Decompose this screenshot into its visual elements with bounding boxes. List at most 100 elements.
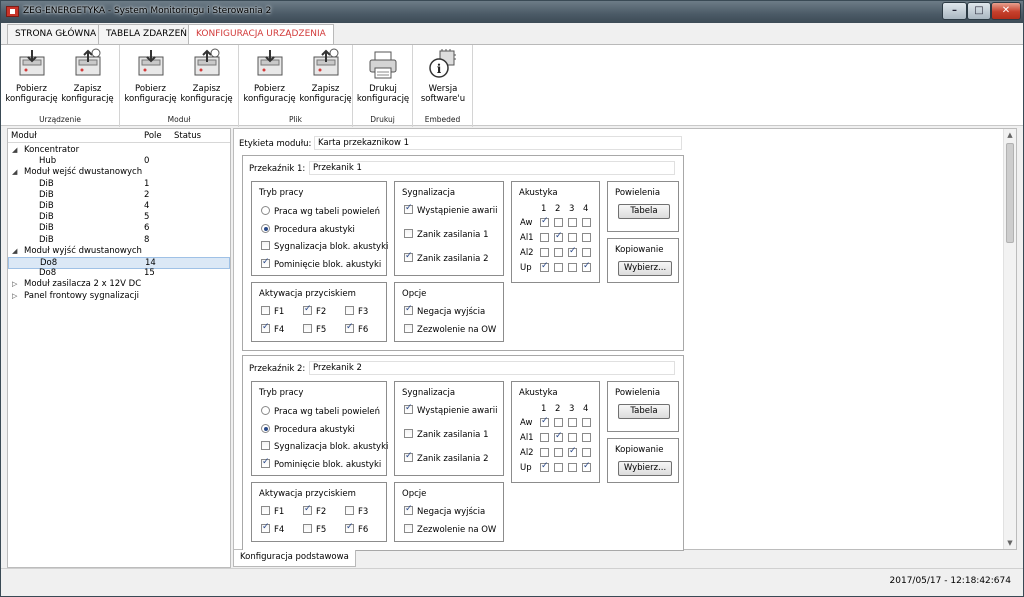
- acoustic-checkbox[interactable]: [582, 448, 591, 457]
- function-key-option[interactable]: F6: [345, 522, 368, 535]
- tab-device-config[interactable]: KONFIGURACJA URZĄDZENIA: [188, 24, 334, 45]
- table-button[interactable]: Tabela: [618, 404, 670, 419]
- signal-option[interactable]: Wystąpienie awarii: [404, 403, 498, 416]
- tree-item[interactable]: Do8 15: [8, 268, 230, 279]
- checkbox[interactable]: [404, 429, 413, 438]
- acoustic-checkbox[interactable]: [582, 218, 591, 227]
- acoustic-checkbox[interactable]: [568, 233, 577, 242]
- acoustic-checkbox[interactable]: [554, 431, 563, 442]
- function-key-option[interactable]: F4: [261, 322, 284, 335]
- title-bar[interactable]: ZEG-ENERGETYKA - System Monitoringu i St…: [1, 1, 1023, 23]
- tree-group[interactable]: ◢ Moduł wejść dwustanowych: [8, 167, 230, 178]
- acoustic-checkbox[interactable]: [568, 246, 577, 257]
- scroll-thumb[interactable]: [1006, 143, 1014, 243]
- checkbox[interactable]: [261, 322, 270, 333]
- checkbox[interactable]: [261, 457, 270, 468]
- acoustic-checkbox[interactable]: [554, 418, 563, 427]
- relay-name-field[interactable]: Przekanik 1: [309, 161, 675, 175]
- checkbox[interactable]: [404, 504, 413, 515]
- checkbox[interactable]: [261, 306, 270, 315]
- acoustic-checkbox[interactable]: [582, 461, 591, 472]
- checkbox[interactable]: [261, 257, 270, 268]
- option-checkbox[interactable]: Zezwolenie na OW: [404, 324, 496, 335]
- ribbon-button-3-0[interactable]: Drukuj konfigurację: [356, 48, 411, 104]
- checkbox[interactable]: [345, 506, 354, 515]
- signal-option[interactable]: Zanik zasilania 2: [404, 251, 489, 264]
- select-button[interactable]: Wybierz...: [618, 461, 672, 476]
- checkbox[interactable]: [404, 229, 413, 238]
- close-button[interactable]: ✕: [991, 2, 1021, 20]
- function-key-option[interactable]: F6: [345, 322, 368, 335]
- function-key-option[interactable]: F5: [303, 524, 326, 535]
- acoustic-checkbox[interactable]: [568, 218, 577, 227]
- tab-events[interactable]: TABELA ZDARZEŃ: [98, 24, 195, 44]
- tree-group[interactable]: ▷ Panel frontowy sygnalizacji: [8, 291, 230, 302]
- expand-down-icon[interactable]: ◢: [12, 167, 17, 178]
- checkbox[interactable]: [303, 504, 312, 515]
- option-checkbox[interactable]: Negacja wyjścia: [404, 304, 485, 317]
- acoustic-checkbox[interactable]: [554, 463, 563, 472]
- acoustic-checkbox[interactable]: [540, 233, 549, 242]
- acoustic-checkbox[interactable]: [540, 461, 549, 472]
- tree-header-status[interactable]: Status: [174, 131, 201, 141]
- acoustic-checkbox[interactable]: [540, 448, 549, 457]
- acoustic-checkbox[interactable]: [554, 448, 563, 457]
- signal-option[interactable]: Zanik zasilania 2: [404, 451, 489, 464]
- acoustic-checkbox[interactable]: [582, 233, 591, 242]
- option-checkbox[interactable]: Negacja wyjścia: [404, 504, 485, 517]
- option-checkbox[interactable]: Zezwolenie na OW: [404, 524, 496, 535]
- function-key-option[interactable]: F1: [261, 306, 284, 317]
- mode-option[interactable]: Procedura akustyki: [261, 223, 355, 235]
- acoustic-checkbox[interactable]: [540, 433, 549, 442]
- ribbon-button-0-1[interactable]: Zapisz konfigurację: [60, 48, 115, 104]
- mode-option[interactable]: Pominięcie blok. akustyki: [261, 457, 381, 470]
- radio-button[interactable]: [261, 406, 270, 415]
- acoustic-checkbox[interactable]: [568, 463, 577, 472]
- ribbon-button-1-0[interactable]: Pobierz konfigurację: [123, 48, 178, 104]
- acoustic-checkbox[interactable]: [540, 416, 549, 427]
- function-key-option[interactable]: F4: [261, 522, 284, 535]
- ribbon-button-2-0[interactable]: Pobierz konfigurację: [242, 48, 297, 104]
- acoustic-checkbox[interactable]: [582, 418, 591, 427]
- module-name-field[interactable]: Karta przekaznikow 1: [314, 136, 682, 150]
- collapsed-right-icon[interactable]: ▷: [12, 279, 17, 290]
- acoustic-checkbox[interactable]: [554, 231, 563, 242]
- mode-option[interactable]: Procedura akustyki: [261, 423, 355, 435]
- function-key-option[interactable]: F3: [345, 506, 368, 517]
- function-key-option[interactable]: F2: [303, 304, 326, 317]
- checkbox[interactable]: [261, 441, 270, 450]
- maximize-button[interactable]: □: [967, 2, 991, 20]
- relay-name-field[interactable]: Przekanik 2: [309, 361, 675, 375]
- ribbon-button-1-1[interactable]: Zapisz konfigurację: [179, 48, 234, 104]
- tree-header-module[interactable]: Moduł: [11, 131, 37, 141]
- tab-basic-config[interactable]: Konfiguracja podstawowa: [233, 550, 356, 567]
- signal-option[interactable]: Zanik zasilania 1: [404, 429, 489, 440]
- tree-item[interactable]: DiB 1: [8, 179, 230, 190]
- vertical-scrollbar[interactable]: ▲ ▼: [1003, 129, 1016, 549]
- radio-button[interactable]: [261, 223, 270, 233]
- checkbox[interactable]: [404, 451, 413, 462]
- tree-item[interactable]: DiB 4: [8, 201, 230, 212]
- mode-option[interactable]: Sygnalizacja blok. akustyki: [261, 241, 388, 252]
- radio-button[interactable]: [261, 206, 270, 215]
- mode-option[interactable]: Praca wg tabeli powieleń: [261, 406, 380, 417]
- select-button[interactable]: Wybierz...: [618, 261, 672, 276]
- function-key-option[interactable]: F5: [303, 324, 326, 335]
- ribbon-button-2-1[interactable]: Zapisz konfigurację: [298, 48, 353, 104]
- tree-item[interactable]: DiB 5: [8, 212, 230, 223]
- module-tree[interactable]: Moduł Pole Status ◢ Koncentrator Hub 0 ◢ Modu…: [7, 128, 231, 568]
- checkbox[interactable]: [404, 524, 413, 533]
- expand-down-icon[interactable]: ◢: [12, 246, 17, 257]
- function-key-option[interactable]: F2: [303, 504, 326, 517]
- tree-item[interactable]: Hub 0: [8, 156, 230, 167]
- acoustic-checkbox[interactable]: [568, 433, 577, 442]
- acoustic-checkbox[interactable]: [554, 248, 563, 257]
- tree-group[interactable]: ◢ Moduł wyjść dwustanowych: [8, 246, 230, 257]
- acoustic-checkbox[interactable]: [582, 261, 591, 272]
- checkbox[interactable]: [404, 403, 413, 414]
- tree-item[interactable]: DiB 8: [8, 235, 230, 246]
- tab-home[interactable]: STRONA GŁÓWNA: [7, 24, 105, 44]
- expand-down-icon[interactable]: ◢: [12, 145, 17, 156]
- checkbox[interactable]: [261, 241, 270, 250]
- tree-item[interactable]: DiB 6: [8, 223, 230, 234]
